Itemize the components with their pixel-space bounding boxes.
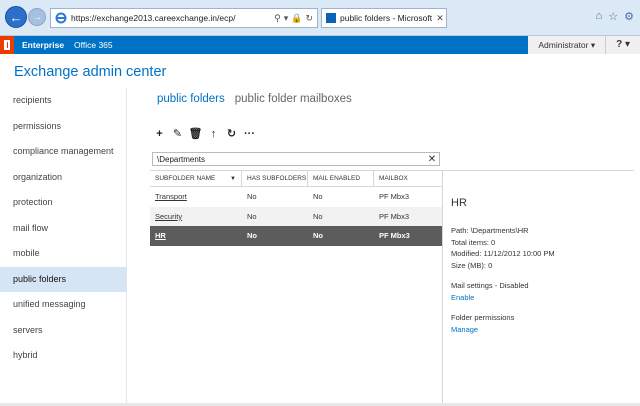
app-title: Exchange admin center: [14, 64, 167, 80]
column-header-mailbox[interactable]: MAILBOX: [374, 171, 442, 186]
user-menu[interactable]: Administrator ▾: [528, 36, 607, 54]
settings-gear-icon[interactable]: ⚙: [624, 10, 634, 23]
nav-divider: [126, 88, 127, 406]
edit-icon[interactable]: ✎: [170, 126, 185, 141]
path-search-box[interactable]: \Departments ✕: [152, 152, 440, 166]
nav-item-unified-messaging[interactable]: unified messaging: [0, 292, 126, 318]
delete-icon[interactable]: 🗑: [188, 126, 203, 141]
subfolder-name[interactable]: HR: [155, 231, 166, 240]
sort-descending-icon[interactable]: ▼: [230, 171, 236, 187]
tab-public-folders[interactable]: public folders: [157, 93, 225, 105]
details-modified: Modified: 11/12/2012 10:00 PM: [451, 249, 555, 258]
refresh-icon[interactable]: ↻: [224, 126, 239, 141]
office-logo-icon[interactable]: [0, 36, 14, 54]
lock-icon[interactable]: 🔒: [291, 13, 302, 24]
back-button[interactable]: ←: [5, 6, 27, 28]
help-menu[interactable]: ? ▾: [606, 36, 640, 54]
nav-item-compliance-management[interactable]: compliance management: [0, 139, 126, 165]
url-text[interactable]: https://exchange2013.careexchange.in/ecp…: [71, 13, 274, 23]
home-icon[interactable]: ⌂: [596, 10, 603, 23]
mail-enabled-value: No: [313, 192, 323, 202]
forward-button[interactable]: →: [28, 8, 46, 26]
details-divider: [442, 170, 443, 406]
subfolder-name[interactable]: Security: [155, 212, 182, 221]
table-row-selected[interactable]: HR No No PF Mbx3: [150, 226, 442, 246]
column-header-subfolder-name[interactable]: SUBFOLDER NAME ▼: [150, 171, 242, 186]
nav-item-servers[interactable]: servers: [0, 318, 126, 344]
o365-bar: Enterprise Office 365 Administrator ▾ ? …: [0, 36, 640, 54]
details-top-border: [442, 170, 634, 171]
favorites-icon[interactable]: ☆: [608, 10, 618, 23]
path-search-input[interactable]: \Departments: [157, 155, 425, 164]
grid-header: SUBFOLDER NAME ▼ HAS SUBFOLDERS MAIL ENA…: [150, 170, 442, 187]
folder-permissions-label: Folder permissions: [451, 313, 515, 322]
subfolder-name[interactable]: Transport: [155, 192, 187, 201]
forward-arrow-icon: →: [32, 11, 42, 23]
tab-bar: public folders public folder mailboxes: [157, 93, 352, 105]
nav-item-public-folders[interactable]: public folders: [0, 266, 126, 292]
browser-chrome: ← → https://exchange2013.careexchange.in…: [0, 0, 640, 36]
tab-public-folder-mailboxes[interactable]: public folder mailboxes: [235, 93, 352, 105]
nav-item-organization[interactable]: organization: [0, 165, 126, 191]
subfolder-grid: SUBFOLDER NAME ▼ HAS SUBFOLDERS MAIL ENA…: [150, 170, 442, 246]
add-icon[interactable]: +: [152, 126, 167, 141]
mail-enabled-value: No: [313, 211, 323, 221]
browser-tab[interactable]: public folders - Microsoft E... ✕: [321, 8, 447, 28]
tab-label: public folders - Microsoft E...: [340, 13, 434, 23]
search-icon[interactable]: ⚲: [274, 13, 281, 24]
more-icon[interactable]: ···: [242, 126, 257, 141]
nav-item-protection[interactable]: protection: [0, 190, 126, 216]
nav-item-permissions[interactable]: permissions: [0, 114, 126, 140]
details-path: Path: \Departments\HR: [451, 226, 529, 235]
ie-logo-icon: [54, 11, 68, 25]
dropdown-icon[interactable]: ▾: [284, 13, 289, 24]
mailbox-value: PF Mbx3: [379, 231, 410, 241]
manage-permissions-link[interactable]: Manage: [451, 324, 631, 336]
mail-settings-status: Mail settings - Disabled: [451, 281, 529, 290]
table-row[interactable]: Transport No No PF Mbx3: [150, 187, 442, 207]
back-arrow-icon: ←: [9, 9, 23, 25]
office365-link[interactable]: Office 365: [74, 40, 113, 50]
move-up-icon[interactable]: ↑: [206, 126, 221, 141]
nav-item-mail-flow[interactable]: mail flow: [0, 216, 126, 242]
toolbar: + ✎ 🗑 ↑ ↻ ···: [152, 126, 257, 141]
mailbox-value: PF Mbx3: [379, 211, 410, 221]
close-tab-icon[interactable]: ✕: [434, 13, 446, 24]
mail-enabled-value: No: [313, 231, 323, 241]
details-size: Size (MB): 0: [451, 260, 493, 270]
clear-search-icon[interactable]: ✕: [425, 153, 439, 165]
details-pane: HR Path: \Departments\HR Total items: 0 …: [451, 197, 631, 335]
has-subfolders-value: No: [247, 211, 257, 221]
nav-item-hybrid[interactable]: hybrid: [0, 343, 126, 369]
enable-mail-link[interactable]: Enable: [451, 292, 631, 304]
address-bar[interactable]: https://exchange2013.careexchange.in/ecp…: [50, 8, 318, 28]
enterprise-link[interactable]: Enterprise: [22, 40, 64, 50]
has-subfolders-value: No: [247, 231, 257, 241]
table-row[interactable]: Security No No PF Mbx3: [150, 206, 442, 226]
column-header-has-subfolders[interactable]: HAS SUBFOLDERS: [242, 171, 308, 186]
refresh-icon[interactable]: ↻: [305, 13, 313, 24]
mailbox-value: PF Mbx3: [379, 192, 410, 202]
office-tab-icon: [326, 13, 336, 23]
details-title: HR: [451, 197, 467, 209]
has-subfolders-value: No: [247, 192, 257, 202]
nav-item-recipients[interactable]: recipients: [0, 88, 126, 114]
nav-item-mobile[interactable]: mobile: [0, 241, 126, 267]
left-nav: recipients permissions compliance manage…: [0, 88, 126, 369]
details-total-items: Total items: 0: [451, 237, 496, 247]
column-header-mail-enabled[interactable]: MAIL ENABLED: [308, 171, 374, 186]
